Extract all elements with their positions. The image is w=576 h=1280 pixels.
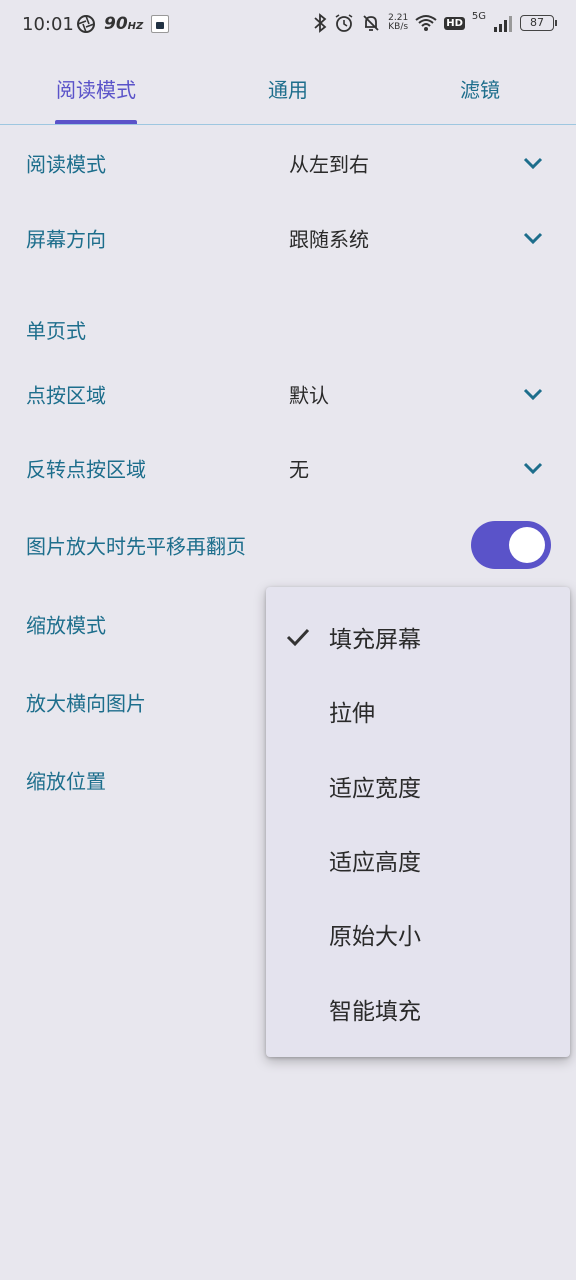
scale-mode-dropdown-menu: 填充屏幕 拉伸 适应宽度 适应高度 原始大小 智能填充 xyxy=(266,587,570,1057)
menu-item-label: 适应高度 xyxy=(329,850,421,876)
net-speed: 2.21 KB/s xyxy=(388,14,408,32)
menu-item-fit-height[interactable]: 适应高度 xyxy=(266,823,570,897)
setting-value: 无 xyxy=(289,457,309,482)
setting-label: 屏幕方向 xyxy=(26,227,106,252)
setting-label: 缩放模式 xyxy=(26,613,106,638)
menu-item-label: 填充屏幕 xyxy=(329,627,421,653)
section-header-single-page: 单页式 xyxy=(26,319,86,343)
mute-bell-icon xyxy=(363,15,379,31)
toggle-knob xyxy=(509,527,545,563)
setting-label: 反转点按区域 xyxy=(26,457,146,482)
setting-screen-orientation[interactable]: 屏幕方向 跟随系统 xyxy=(0,201,576,275)
tab-bar: 阅读模式 通用 滤镜 xyxy=(0,52,576,125)
setting-label: 图片放大时先平移再翻页 xyxy=(26,534,246,559)
tab-filter[interactable]: 滤镜 xyxy=(384,52,576,124)
setting-value: 默认 xyxy=(289,383,329,408)
active-tab-indicator xyxy=(55,120,137,124)
menu-item-original-size[interactable]: 原始大小 xyxy=(266,897,570,971)
notification-app-icon xyxy=(151,15,170,33)
wifi-icon xyxy=(415,15,437,31)
setting-pan-before-turn[interactable]: 图片放大时先平移再翻页 xyxy=(0,508,576,582)
battery-indicator: 87 xyxy=(520,15,557,31)
signal-icon xyxy=(494,16,512,32)
menu-item-label: 拉伸 xyxy=(329,701,375,727)
tab-general[interactable]: 通用 xyxy=(192,52,384,124)
menu-item-smart-fill[interactable]: 智能填充 xyxy=(266,972,570,1046)
status-time: 10:01 xyxy=(22,14,74,35)
setting-label: 点按区域 xyxy=(26,383,106,408)
bluetooth-icon xyxy=(314,13,327,33)
alarm-icon xyxy=(335,14,353,32)
refresh-rate-badge: 90HZ xyxy=(104,14,143,34)
setting-value: 跟随系统 xyxy=(289,227,369,252)
aperture-icon xyxy=(77,15,95,33)
pan-before-turn-toggle[interactable] xyxy=(471,521,551,569)
status-right-icons: 2.21 KB/s HD 5G 87 xyxy=(313,11,557,33)
refresh-rate-unit: HZ xyxy=(127,21,144,32)
tab-label: 通用 xyxy=(268,77,308,102)
setting-reading-mode[interactable]: 阅读模式 从左到右 xyxy=(0,126,576,200)
chevron-down-icon xyxy=(523,157,543,170)
status-left-icons: 90HZ xyxy=(76,14,170,34)
network-type: 5G xyxy=(471,11,486,22)
menu-item-fit-width[interactable]: 适应宽度 xyxy=(266,749,570,823)
setting-value: 从左到右 xyxy=(289,152,369,177)
menu-item-label: 智能填充 xyxy=(329,999,421,1025)
setting-label: 缩放位置 xyxy=(26,769,106,794)
setting-label: 放大横向图片 xyxy=(26,691,146,716)
net-speed-unit: KB/s xyxy=(388,22,409,32)
hd-badge: HD xyxy=(444,16,465,30)
menu-item-label: 适应宽度 xyxy=(329,776,421,802)
menu-item-fill-screen[interactable]: 填充屏幕 xyxy=(266,600,570,674)
chevron-down-icon xyxy=(523,388,543,401)
setting-label: 阅读模式 xyxy=(26,152,106,177)
menu-item-label: 原始大小 xyxy=(329,924,421,950)
tab-label: 滤镜 xyxy=(460,77,500,102)
menu-item-stretch[interactable]: 拉伸 xyxy=(266,674,570,748)
setting-tap-zones[interactable]: 点按区域 默认 xyxy=(0,357,576,431)
refresh-rate-value: 90 xyxy=(104,14,128,34)
chevron-down-icon xyxy=(523,462,543,475)
check-icon xyxy=(286,628,310,647)
setting-invert-tap-zones[interactable]: 反转点按区域 无 xyxy=(0,431,576,505)
tab-reading-mode[interactable]: 阅读模式 xyxy=(0,52,192,124)
chevron-down-icon xyxy=(523,232,543,245)
status-bar: 10:01 90HZ 2.21 KB/s HD 5G 87 xyxy=(0,0,576,52)
tab-label: 阅读模式 xyxy=(56,77,136,102)
